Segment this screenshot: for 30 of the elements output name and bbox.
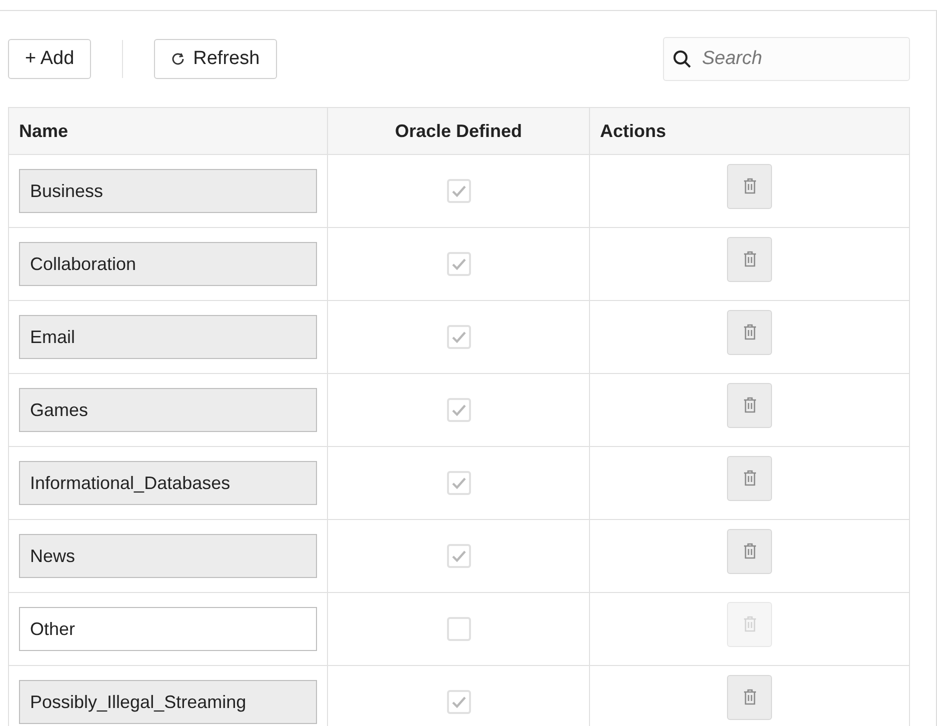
name-field[interactable]: Business (19, 169, 317, 213)
delete-button[interactable] (727, 456, 772, 500)
delete-button[interactable] (727, 528, 772, 574)
trash-icon (742, 323, 758, 341)
delete-button[interactable] (727, 236, 772, 282)
column-header: Actions (590, 108, 910, 154)
trash-icon (742, 542, 758, 560)
delete-button[interactable] (727, 164, 772, 208)
search-field[interactable]: Search (663, 37, 910, 81)
refresh-button[interactable]: Refresh (154, 39, 277, 79)
trash-icon (742, 250, 758, 268)
name-field[interactable]: Other (19, 607, 317, 651)
name-field[interactable]: Games (19, 388, 317, 432)
name-field[interactable]: Possibly_Illegal_Streaming (19, 680, 317, 724)
trash-icon (742, 615, 758, 633)
name-field[interactable]: Collaboration (19, 242, 317, 286)
delete-button[interactable] (727, 382, 772, 428)
name-field[interactable]: Email (19, 315, 317, 359)
column-header: Name (8, 108, 328, 154)
trash-icon (742, 396, 758, 414)
add-button[interactable]: + Add (8, 39, 92, 79)
trash-icon (742, 177, 758, 195)
name-field[interactable]: Informational_Databases (19, 461, 317, 505)
name-field[interactable]: News (19, 534, 317, 578)
trash-icon (742, 688, 758, 706)
search-icon (672, 49, 692, 69)
delete-button[interactable] (727, 674, 772, 720)
column-header: Oracle Defined (328, 108, 590, 154)
delete-button[interactable] (727, 310, 772, 354)
trash-icon (742, 469, 758, 487)
